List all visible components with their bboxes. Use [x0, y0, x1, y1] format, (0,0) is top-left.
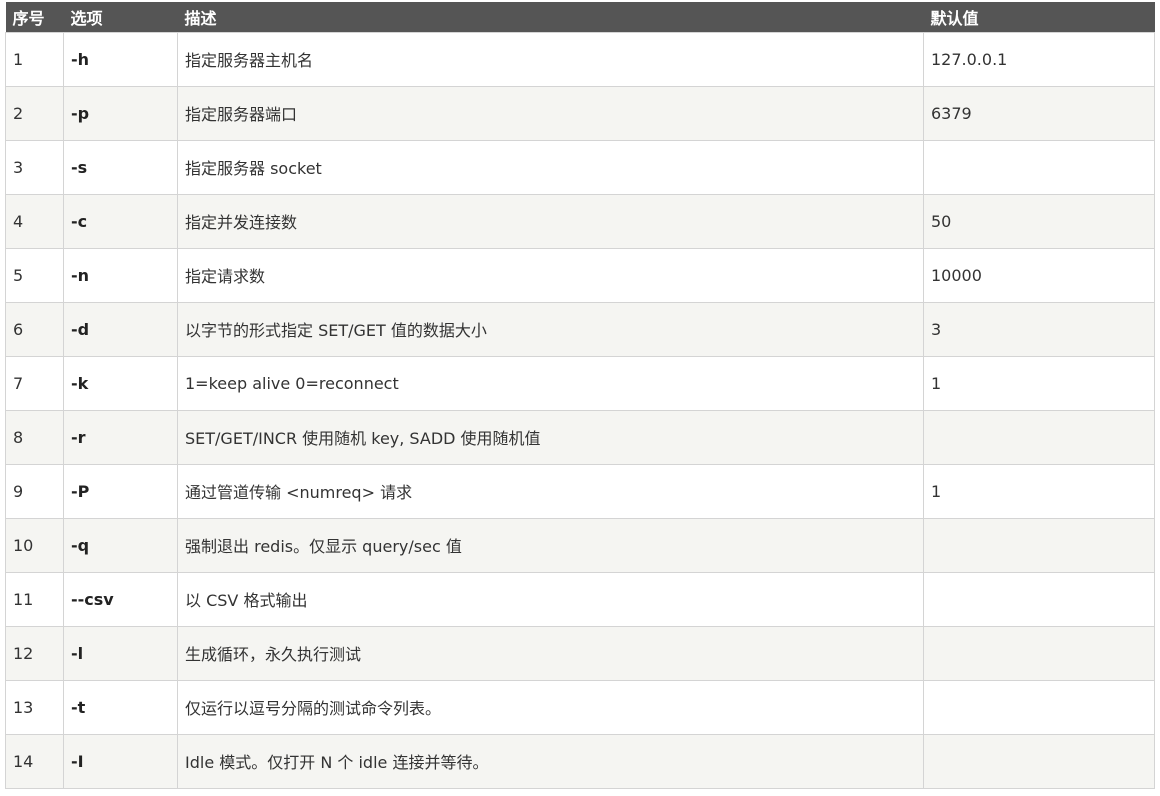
- cell-description: 指定并发连接数: [177, 193, 924, 249]
- cell-default: 50: [923, 193, 1155, 249]
- cell-description: 以字节的形式指定 SET/GET 值的数据大小: [177, 301, 924, 357]
- table-row: 1 -h 指定服务器主机名 127.0.0.1: [5, 31, 1155, 87]
- header-description: 描述: [177, 2, 924, 32]
- cell-description: 指定服务器端口: [177, 85, 924, 141]
- cell-num: 1: [5, 31, 64, 87]
- cell-default: [923, 679, 1155, 735]
- table-row: 5 -n 指定请求数 10000: [5, 247, 1155, 303]
- table-row: 6 -d 以字节的形式指定 SET/GET 值的数据大小 3: [5, 301, 1155, 357]
- cell-option: -s: [63, 139, 178, 195]
- options-table-container: 序号 选项 描述 默认值 1 -h 指定服务器主机名 127.0.0.1 2 -…: [5, 2, 1155, 789]
- cell-option: -t: [63, 679, 178, 735]
- table-row: 8 -r SET/GET/INCR 使用随机 key, SADD 使用随机值: [5, 409, 1155, 465]
- options-table: 序号 选项 描述 默认值 1 -h 指定服务器主机名 127.0.0.1 2 -…: [5, 2, 1155, 789]
- cell-description: 以 CSV 格式输出: [177, 571, 924, 627]
- cell-option: -P: [63, 463, 178, 519]
- cell-num: 2: [5, 85, 64, 141]
- cell-description: 指定服务器 socket: [177, 139, 924, 195]
- cell-default: 3: [923, 301, 1155, 357]
- cell-default: [923, 571, 1155, 627]
- cell-num: 13: [5, 679, 64, 735]
- cell-num: 12: [5, 625, 64, 681]
- table-row: 9 -P 通过管道传输 <numreq> 请求 1: [5, 463, 1155, 519]
- cell-default: 1: [923, 463, 1155, 519]
- table-row: 14 -I Idle 模式。仅打开 N 个 idle 连接并等待。: [5, 733, 1155, 789]
- cell-option: --csv: [63, 571, 178, 627]
- cell-num: 14: [5, 733, 64, 789]
- cell-default: 10000: [923, 247, 1155, 303]
- cell-num: 5: [5, 247, 64, 303]
- cell-option: -l: [63, 625, 178, 681]
- cell-default: [923, 625, 1155, 681]
- table-row: 4 -c 指定并发连接数 50: [5, 193, 1155, 249]
- cell-option: -c: [63, 193, 178, 249]
- table-row: 12 -l 生成循环，永久执行测试: [5, 625, 1155, 681]
- header-row: 序号 选项 描述 默认值: [5, 2, 1155, 32]
- cell-description: 1=keep alive 0=reconnect: [177, 355, 924, 411]
- cell-description: Idle 模式。仅打开 N 个 idle 连接并等待。: [177, 733, 924, 789]
- cell-num: 8: [5, 409, 64, 465]
- header-num: 序号: [5, 2, 64, 32]
- table-row: 3 -s 指定服务器 socket: [5, 139, 1155, 195]
- header-default: 默认值: [923, 2, 1155, 32]
- table-row: 13 -t 仅运行以逗号分隔的测试命令列表。: [5, 679, 1155, 735]
- table-row: 11 --csv 以 CSV 格式输出: [5, 571, 1155, 627]
- cell-default: [923, 733, 1155, 789]
- cell-option: -k: [63, 355, 178, 411]
- cell-description: 生成循环，永久执行测试: [177, 625, 924, 681]
- cell-option: -I: [63, 733, 178, 789]
- cell-option: -q: [63, 517, 178, 573]
- cell-default: [923, 409, 1155, 465]
- cell-option: -r: [63, 409, 178, 465]
- cell-description: 强制退出 redis。仅显示 query/sec 值: [177, 517, 924, 573]
- cell-description: 指定请求数: [177, 247, 924, 303]
- cell-num: 9: [5, 463, 64, 519]
- cell-num: 6: [5, 301, 64, 357]
- table-header: 序号 选项 描述 默认值: [5, 2, 1155, 32]
- header-option: 选项: [63, 2, 178, 32]
- cell-num: 7: [5, 355, 64, 411]
- table-row: 10 -q 强制退出 redis。仅显示 query/sec 值: [5, 517, 1155, 573]
- cell-option: -d: [63, 301, 178, 357]
- cell-description: SET/GET/INCR 使用随机 key, SADD 使用随机值: [177, 409, 924, 465]
- cell-option: -h: [63, 31, 178, 87]
- cell-default: 127.0.0.1: [923, 31, 1155, 87]
- cell-option: -n: [63, 247, 178, 303]
- cell-description: 通过管道传输 <numreq> 请求: [177, 463, 924, 519]
- cell-num: 10: [5, 517, 64, 573]
- cell-description: 指定服务器主机名: [177, 31, 924, 87]
- cell-num: 11: [5, 571, 64, 627]
- cell-option: -p: [63, 85, 178, 141]
- cell-num: 3: [5, 139, 64, 195]
- cell-default: [923, 517, 1155, 573]
- cell-default: 1: [923, 355, 1155, 411]
- table-row: 7 -k 1=keep alive 0=reconnect 1: [5, 355, 1155, 411]
- table-body: 1 -h 指定服务器主机名 127.0.0.1 2 -p 指定服务器端口 637…: [5, 31, 1155, 789]
- cell-default: [923, 139, 1155, 195]
- cell-num: 4: [5, 193, 64, 249]
- cell-description: 仅运行以逗号分隔的测试命令列表。: [177, 679, 924, 735]
- cell-default: 6379: [923, 85, 1155, 141]
- table-row: 2 -p 指定服务器端口 6379: [5, 85, 1155, 141]
